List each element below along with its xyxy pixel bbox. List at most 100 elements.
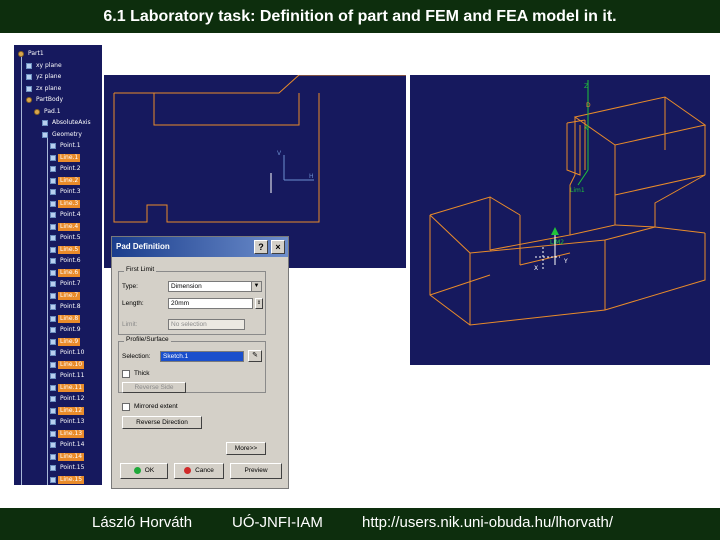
sketch-element-icon (50, 419, 56, 425)
tree-item-label: Point.3 (60, 188, 81, 195)
sketch-element-icon (50, 384, 56, 391)
tree-item-label: yz plane (36, 73, 62, 80)
reverse-direction-button[interactable]: Reverse Direction (122, 416, 202, 429)
z-label: Z (584, 83, 588, 90)
tree-item-label: Line.13 (58, 429, 85, 438)
3d-viewport[interactable]: Z D X Lim1 LIM2 Y X (410, 75, 710, 365)
specification-tree[interactable]: Part1 xy plane yz plane zx plane PartBody Pad… (14, 45, 102, 485)
sketch-element-icon (50, 396, 56, 402)
slide-title: 6.1 Laboratory task: Definition of part … (0, 0, 720, 33)
tree-item-label: Point.13 (60, 418, 85, 425)
sketch-profile-top (114, 74, 406, 94)
plane-icon (42, 120, 48, 126)
tree-item-label: zx plane (36, 84, 62, 92)
cancel-label: Cance (195, 467, 214, 474)
mirrored-extent-checkbox[interactable] (122, 403, 130, 411)
length-stepper[interactable]: ⇕ (255, 298, 263, 309)
tree-item-label: Point.8 (60, 303, 81, 310)
tree-item-label: Line.7 (58, 291, 81, 300)
sketch-element-icon (50, 269, 56, 276)
gear-icon (26, 97, 32, 103)
sketch-element-icon (50, 373, 56, 379)
plane-icon (26, 74, 32, 80)
tree-guide-line (21, 53, 22, 485)
x-label: X (584, 125, 588, 132)
sketch-element-icon (50, 154, 56, 161)
tree-item-label: Line.12 (58, 406, 85, 415)
tree-item-label: Point.7 (60, 280, 81, 287)
sketch-element-icon (50, 407, 56, 414)
sketch-v-label: V (277, 150, 282, 157)
profile-surface-label: Profile/Surface (124, 336, 171, 343)
tree-item-label: Point.4 (60, 211, 81, 218)
tree-item-label: Line.8 (58, 314, 81, 323)
sketch-element-icon (50, 246, 56, 253)
tree-item-label: xy plane (36, 61, 62, 69)
first-limit-label: First Limit (124, 266, 157, 273)
sketch-element-icon (50, 292, 56, 299)
selection-label: Selection: (122, 353, 151, 360)
sketch-element-icon (50, 235, 56, 241)
part-3d-wireframe: Z D X Lim1 LIM2 Y X (429, 80, 707, 326)
help-button[interactable]: ? (254, 240, 268, 254)
more-button[interactable]: More>> (226, 442, 266, 455)
plane-icon (26, 85, 32, 92)
gear-icon (34, 108, 40, 115)
tree-item-label: Line.14 (58, 452, 85, 461)
length-label: Length: (122, 300, 144, 307)
lim1-label: Lim1 (570, 187, 585, 194)
ok-button[interactable]: OK (120, 463, 168, 479)
reverse-side-button[interactable]: Reverse Side (122, 382, 186, 393)
preview-button[interactable]: Preview (230, 463, 282, 479)
type-combo[interactable]: Dimension ▼ (168, 281, 262, 292)
sketch-element-icon (50, 315, 56, 322)
sketch-element-icon (50, 327, 56, 333)
chevron-down-icon[interactable]: ▼ (251, 282, 261, 291)
xy-label: X (534, 265, 538, 272)
limit-label: Limit: (122, 321, 138, 328)
length-field[interactable]: 20mm (168, 298, 253, 309)
sketch-icon[interactable]: ✎ (248, 350, 262, 362)
footer-author: László Horváth (92, 514, 193, 531)
tree-item-label: Part1 (28, 50, 44, 57)
ok-label: OK (144, 467, 155, 474)
plane-icon (42, 131, 48, 138)
d-label: D (586, 102, 591, 109)
type-value: Dimension (171, 283, 202, 290)
close-button[interactable]: × (271, 240, 285, 254)
thick-checkbox[interactable] (122, 370, 130, 378)
plane-icon (26, 62, 32, 69)
sketch-element-icon (50, 453, 56, 460)
footer-url[interactable]: http://users.nik.uni-obuda.hu/lhorvath/ (362, 514, 613, 531)
tree-item-label: Point.2 (60, 165, 81, 172)
sketch-element-icon (50, 442, 56, 448)
cancel-icon (184, 466, 192, 474)
tree-item-label: Line.11 (58, 383, 85, 392)
ok-icon (133, 466, 141, 474)
tree-item-label: Point.12 (60, 395, 85, 402)
mirrored-extent-label: Mirrored extent (134, 403, 178, 410)
footer-institute: UÓ-JNFI-IAM (232, 514, 323, 531)
tree-item-label: Point.1 (60, 142, 81, 149)
sketch-element-icon (50, 212, 56, 218)
tree-item-label: Line.3 (58, 199, 81, 208)
tree-item-label: Geometry (52, 130, 82, 138)
tree-item-label: Pad.1 (44, 107, 61, 115)
sketch-h-label: H (309, 173, 314, 180)
sketch-element-icon (50, 189, 56, 195)
tree-item-label: Point.5 (60, 234, 81, 241)
sketch-element-icon (50, 258, 56, 264)
part-wireframe-edges (429, 96, 707, 326)
cancel-button[interactable]: Cance (174, 463, 224, 479)
gear-icon (18, 51, 24, 57)
sketch-profile-notch (153, 93, 300, 126)
sketch-element-icon (50, 281, 56, 287)
selection-field[interactable]: Sketch.1 (160, 351, 244, 362)
tree-item-label: Line.2 (58, 176, 81, 185)
lim2-label: LIM2 (550, 239, 564, 246)
type-label: Type: (122, 283, 138, 290)
limit-field[interactable]: No selection (168, 319, 245, 330)
tree-item-label: Line.15 (58, 475, 85, 484)
sketch-element-icon (50, 476, 56, 483)
sketch-element-icon (50, 430, 56, 437)
